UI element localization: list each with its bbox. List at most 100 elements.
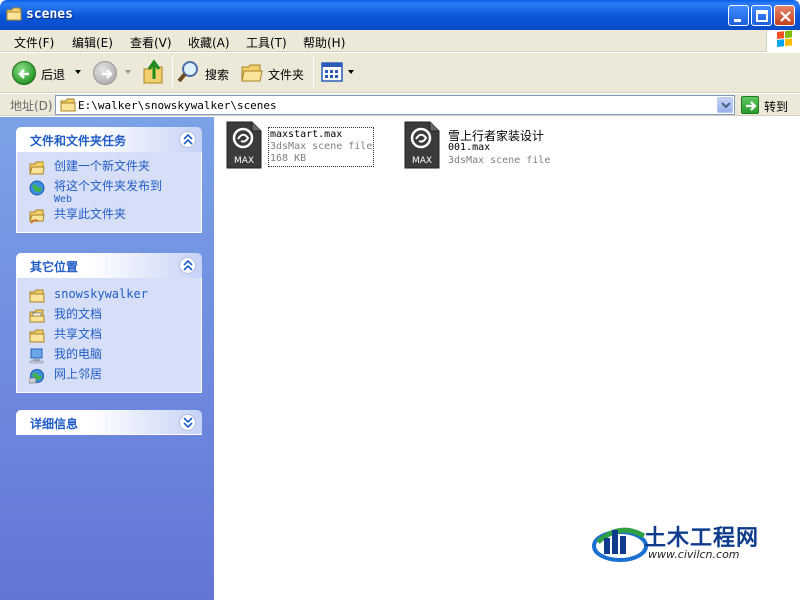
search-icon xyxy=(177,61,198,83)
task-share-folder[interactable]: 共享此文件夹 xyxy=(17,206,201,226)
window-title: scenes xyxy=(26,7,73,22)
civilcn-logo-icon xyxy=(592,527,648,562)
up-folder-button[interactable] xyxy=(142,59,166,87)
menu-favorites[interactable]: 收藏(A) xyxy=(188,34,230,51)
watermark-url: www.civilcn.com xyxy=(648,548,740,561)
title-bar[interactable]: scenes xyxy=(0,0,800,30)
panel-body: snowskywalker 我的文档 共享文档 我的电脑 网上邻居 xyxy=(16,278,202,393)
share-folder-icon xyxy=(29,209,45,224)
views-dropdown-icon[interactable] xyxy=(348,70,354,74)
file-badge: MAX xyxy=(234,156,254,166)
search-button[interactable]: 搜索 xyxy=(177,59,233,87)
back-button[interactable]: 后退 xyxy=(12,59,84,87)
views-icon xyxy=(321,62,343,82)
place-my-computer[interactable]: 我的电脑 xyxy=(17,346,201,366)
close-button[interactable] xyxy=(774,5,795,26)
menu-file[interactable]: 文件(F) xyxy=(14,34,54,51)
task-label: 将这个文件夹发布到 Web xyxy=(54,180,162,206)
place-label: 我的电脑 xyxy=(54,347,103,361)
folders-button[interactable]: 文件夹 xyxy=(240,59,308,87)
menu-bar: 文件(F) 编辑(E) 查看(V) 收藏(A) 工具(T) 帮助(H) xyxy=(0,30,800,52)
forward-dropdown-icon[interactable] xyxy=(125,70,131,74)
chevron-up-icon xyxy=(183,260,193,271)
windows-logo xyxy=(766,30,800,52)
file-folder-tasks-panel: 文件和文件夹任务 创建一个新文件夹 将这个文件夹发布到 Web 共享此文件夹 xyxy=(16,127,202,233)
file-name: maxstart.max xyxy=(270,129,343,140)
file-badge: MAX xyxy=(412,156,432,166)
chevron-down-icon xyxy=(183,417,193,429)
panel-header[interactable]: 其它位置 xyxy=(16,253,202,278)
panel-header[interactable]: 详细信息 xyxy=(16,410,202,435)
address-dropdown-button[interactable] xyxy=(717,97,733,113)
address-bar: 地址(D) E:\walker\snowskywalker\scenes 转到 xyxy=(0,94,800,116)
panel-title: 文件和文件夹任务 xyxy=(30,134,127,148)
toolbar: 后退 搜索 文件夹 xyxy=(0,53,800,93)
file-type: 3dsMax scene file xyxy=(448,155,551,166)
my-computer-icon xyxy=(29,348,44,364)
shared-documents-icon xyxy=(29,329,45,343)
3dsmax-file-icon: MAX xyxy=(226,121,262,169)
place-network-places[interactable]: 网上邻居 xyxy=(17,366,201,386)
address-input[interactable]: E:\walker\snowskywalker\scenes xyxy=(55,95,735,115)
chevron-down-icon xyxy=(721,102,731,109)
task-label: 共享此文件夹 xyxy=(54,207,127,221)
task-pane: 文件和文件夹任务 创建一个新文件夹 将这个文件夹发布到 Web 共享此文件夹 其… xyxy=(0,117,214,600)
watermark: 土木工程网 www.civilcn.com xyxy=(586,512,776,572)
details-panel: 详细信息 xyxy=(16,410,202,435)
toolbar-separator xyxy=(172,57,173,87)
minimize-button[interactable] xyxy=(728,5,749,26)
task-new-folder[interactable]: 创建一个新文件夹 xyxy=(17,158,201,178)
place-shared-documents[interactable]: 共享文档 xyxy=(17,326,201,346)
up-folder-icon xyxy=(143,59,163,84)
place-label: snowskywalker xyxy=(54,287,148,301)
windows-flag-icon xyxy=(777,30,792,47)
folders-label: 文件夹 xyxy=(268,68,305,82)
search-label: 搜索 xyxy=(205,68,230,82)
back-dropdown-icon[interactable] xyxy=(75,70,81,74)
folder-icon xyxy=(6,7,22,21)
menu-tools[interactable]: 工具(T) xyxy=(246,34,287,51)
minimize-icon xyxy=(734,19,741,22)
close-icon xyxy=(780,11,791,22)
collapse-button[interactable] xyxy=(179,257,196,274)
panel-title: 其它位置 xyxy=(30,260,79,274)
go-arrow-icon xyxy=(741,96,759,114)
back-arrow-icon xyxy=(12,61,36,85)
maximize-button[interactable] xyxy=(751,5,772,26)
my-documents-icon xyxy=(29,309,45,323)
forward-button[interactable] xyxy=(93,59,133,87)
task-label-main: 将这个文件夹发布到 xyxy=(54,179,163,193)
other-places-panel: 其它位置 snowskywalker 我的文档 共享文档 我的电脑 网上邻居 xyxy=(16,253,202,393)
network-places-icon xyxy=(29,369,44,384)
panel-title: 详细信息 xyxy=(30,417,79,431)
go-button[interactable]: 转到 xyxy=(740,95,798,115)
place-label: 共享文档 xyxy=(54,327,103,341)
task-label: 创建一个新文件夹 xyxy=(54,159,151,173)
panel-body: 创建一个新文件夹 将这个文件夹发布到 Web 共享此文件夹 xyxy=(16,152,202,233)
go-label: 转到 xyxy=(764,100,789,114)
place-my-documents[interactable]: 我的文档 xyxy=(17,306,201,326)
file-name-line2: 001.max xyxy=(448,142,491,153)
address-path: E:\walker\snowskywalker\scenes xyxy=(78,99,277,112)
folder-icon xyxy=(60,98,76,112)
new-folder-icon xyxy=(29,160,45,175)
menu-help[interactable]: 帮助(H) xyxy=(303,34,345,51)
menu-edit[interactable]: 编辑(E) xyxy=(72,34,113,51)
chevron-up-icon xyxy=(183,134,193,145)
expand-button[interactable] xyxy=(179,414,196,431)
file-size: 168 KB xyxy=(270,153,307,164)
task-publish-web[interactable]: 将这个文件夹发布到 Web xyxy=(17,178,201,206)
publish-web-icon xyxy=(29,180,45,196)
forward-arrow-icon xyxy=(93,61,117,85)
collapse-button[interactable] xyxy=(179,131,196,148)
task-label-sub: Web xyxy=(54,194,73,205)
menu-view[interactable]: 查看(V) xyxy=(130,34,172,51)
3dsmax-file-icon: MAX xyxy=(404,121,440,169)
place-label: 网上邻居 xyxy=(54,367,103,381)
views-button[interactable] xyxy=(320,59,356,87)
panel-header[interactable]: 文件和文件夹任务 xyxy=(16,127,202,152)
folder-icon xyxy=(29,289,45,303)
file-type: 3dsMax scene file xyxy=(270,141,373,152)
place-snowskywalker[interactable]: snowskywalker xyxy=(17,286,201,306)
back-label: 后退 xyxy=(41,68,66,82)
